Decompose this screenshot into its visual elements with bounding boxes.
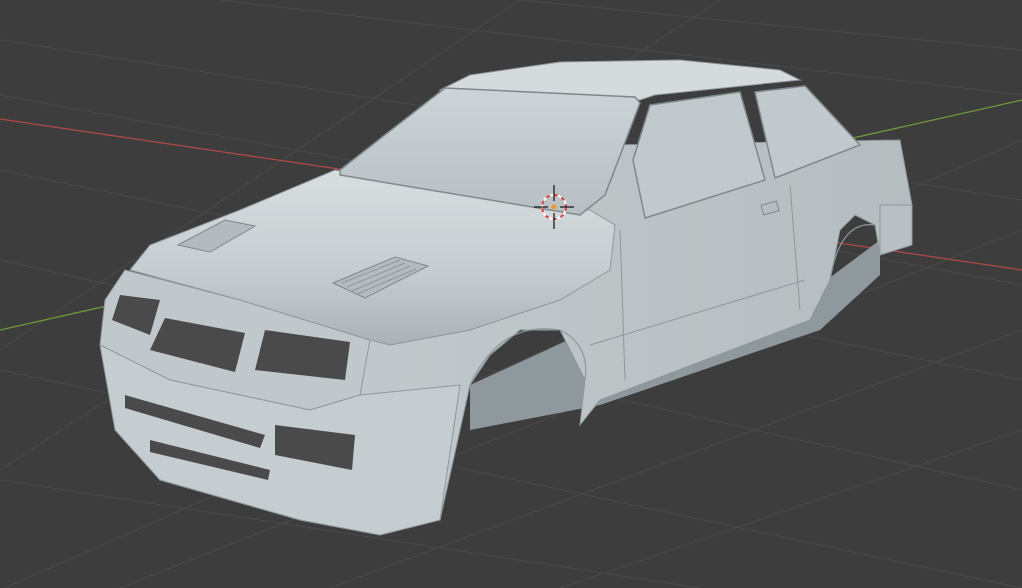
3d-viewport[interactable]: [0, 0, 1022, 588]
viewport-canvas[interactable]: [0, 0, 1022, 588]
